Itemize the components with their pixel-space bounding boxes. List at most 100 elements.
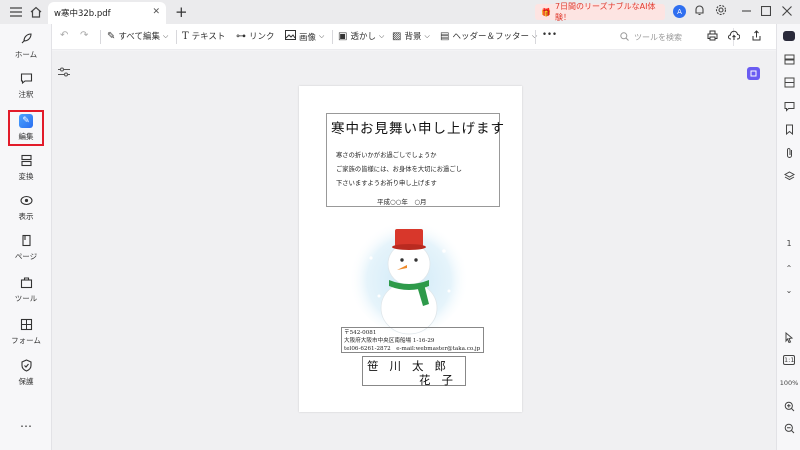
print-icon — [707, 30, 718, 44]
add-image-button[interactable]: 画像 ⌵ — [285, 30, 324, 43]
thumbnails-icon[interactable] — [781, 77, 797, 91]
greeting-date[interactable]: 平成○○年 ○月 — [377, 196, 427, 206]
avatar[interactable]: A — [673, 5, 686, 18]
edit-all-label: すべて編集 — [118, 32, 160, 42]
undo-button[interactable]: ↶ — [60, 30, 68, 41]
layers-icon[interactable] — [781, 171, 797, 185]
tab-title: w寒中32b.pdf — [54, 9, 111, 19]
rocket-icon — [20, 32, 33, 47]
sidebar-item-convert[interactable]: 変換 — [0, 152, 52, 184]
sidebar-item-protect[interactable]: 保護 — [0, 357, 52, 389]
sidebar-item-annotate[interactable]: 注釈 — [0, 70, 52, 102]
search-icon — [620, 31, 629, 43]
add-link-button[interactable]: ⊶ リンク — [236, 30, 275, 43]
home-icon[interactable] — [24, 0, 48, 24]
sidebar-item-edit[interactable]: ✎ 編集 — [8, 110, 44, 146]
address-box[interactable]: 〒542-0081 大阪府大阪市中央区南船場 1-16-29 tel06-626… — [341, 327, 484, 353]
watermark-button[interactable]: ▣ 透かし ⌵ — [338, 30, 385, 43]
sidebar-item-label: フォーム — [11, 336, 41, 345]
snowman-illustration[interactable] — [349, 216, 469, 336]
header-footer-label: ヘッダー＆フッター — [452, 32, 529, 42]
background-button[interactable]: ▨ 背景 ⌵ — [392, 30, 430, 43]
image-label: 画像 — [299, 32, 317, 43]
undo-icon: ↶ — [60, 30, 69, 41]
edit-all-button[interactable]: ✎ すべて編集 ⌵ — [107, 30, 168, 43]
minimize-icon[interactable] — [741, 5, 752, 19]
sender-name-box[interactable]: 笹川太郎 花子 — [362, 356, 466, 388]
toolbar-divider — [176, 30, 177, 44]
background-label: 背景 — [404, 32, 422, 42]
greeting-line[interactable]: 寒さの折いかがお過ごしでしょうか — [336, 150, 498, 159]
scroll-up-icon[interactable]: ⌃ — [781, 264, 797, 273]
sender-name-secondary[interactable]: 花子 — [419, 372, 464, 388]
search-input[interactable]: ツールを検索 — [634, 32, 682, 43]
sidebar-item-label: ホーム — [14, 50, 38, 59]
sidebar-item-view[interactable]: 表示 — [0, 192, 52, 224]
address-line[interactable]: 大阪府大阪市中央区南船場 1-16-29 — [344, 337, 481, 345]
close-window-icon[interactable] — [782, 6, 792, 19]
sidebar-item-home[interactable]: ホーム — [0, 30, 52, 62]
watermark-icon: ▣ — [338, 30, 348, 42]
chevron-down-icon: ⌵ — [378, 31, 385, 40]
comments-panel-icon[interactable] — [781, 101, 797, 115]
chevron-down-icon: ⌵ — [424, 31, 430, 40]
select-tool-icon[interactable] — [781, 331, 797, 346]
document-canvas[interactable]: 寒中お見舞い申し上げます 寒さの折いかがお過ごしでしょうか ご家族の皆様には、お… — [52, 51, 776, 450]
print-button[interactable] — [707, 30, 718, 44]
scroll-down-icon[interactable]: ⌄ — [781, 286, 797, 295]
gear-icon[interactable] — [715, 4, 727, 19]
greeting-line[interactable]: 下さいますようお祈り申し上げます — [336, 178, 498, 187]
actual-size-button[interactable]: 1:1 — [783, 355, 795, 365]
eye-icon — [19, 194, 33, 209]
ai-assistant-icon[interactable] — [781, 31, 797, 44]
greeting-title[interactable]: 寒中お見舞い申し上げます — [331, 117, 504, 137]
zoom-out-icon[interactable] — [781, 423, 797, 437]
sidebar-item-label: ページ — [14, 252, 38, 261]
toolbar-divider — [332, 30, 333, 44]
bookmark-icon[interactable] — [781, 124, 797, 138]
pdf-page[interactable]: 寒中お見舞い申し上げます 寒さの折いかがお過ごしでしょうか ご家族の皆様には、お… — [299, 86, 522, 412]
redo-button[interactable]: ↷ — [80, 30, 88, 41]
maximize-icon[interactable] — [760, 5, 772, 19]
convert-icon — [20, 154, 33, 169]
greeting-box[interactable]: 寒中お見舞い申し上げます 寒さの折いかがお過ごしでしょうか ご家族の皆様には、お… — [326, 113, 504, 207]
greeting-line[interactable]: ご家族の皆様には、お身体を大切にお過ごし — [336, 164, 498, 173]
more-menu-button[interactable]: ⋯ — [0, 416, 52, 436]
more-icon: ⋯ — [20, 418, 32, 433]
text-label: テキスト — [191, 32, 226, 42]
zoom-in-icon[interactable] — [781, 401, 797, 415]
sidebar-item-label: ツール — [14, 294, 38, 303]
more-icon: ••• — [542, 30, 558, 40]
properties-panel-icon[interactable] — [781, 54, 797, 68]
bell-icon[interactable] — [694, 4, 705, 19]
add-text-button[interactable]: T テキスト — [182, 30, 226, 43]
image-icon — [285, 30, 296, 43]
share-icon — [751, 30, 762, 44]
cloud-upload-icon — [728, 30, 741, 44]
title-bar: w寒中32b.pdf ✕ + 🎁 7日間のリーズナブルなAI体験！ A — [0, 0, 800, 24]
sidebar-item-label: 保護 — [18, 377, 34, 386]
close-tab-icon[interactable]: ✕ — [152, 7, 160, 17]
attachment-icon[interactable] — [781, 147, 797, 162]
share-button[interactable] — [751, 30, 762, 44]
more-tools-button[interactable]: ••• — [542, 30, 557, 40]
link-icon: ⊶ — [236, 30, 246, 42]
document-tab[interactable]: w寒中32b.pdf ✕ — [48, 2, 166, 24]
background-icon: ▨ — [392, 30, 402, 42]
header-footer-button[interactable]: ▤ ヘッダー＆フッター ⌵ — [440, 30, 537, 43]
contact-line[interactable]: tel06-6261-2872 e-mail:webmaster@taka.co… — [344, 345, 481, 353]
sidebar-item-label: 表示 — [18, 212, 34, 221]
promo-banner[interactable]: 🎁 7日間のリーズナブルなAI体験！ — [535, 2, 665, 22]
edit-icon: ✎ — [19, 114, 33, 129]
sidebar-item-tools[interactable]: ツール — [0, 274, 52, 306]
edit-pen-icon: ✎ — [107, 30, 116, 42]
watermark-label: 透かし — [350, 32, 376, 42]
upload-button[interactable] — [728, 30, 741, 44]
sidebar-item-page[interactable]: ページ — [0, 232, 52, 264]
sidebar-item-form[interactable]: フォーム — [0, 316, 52, 348]
shield-icon — [20, 359, 33, 374]
postal-code[interactable]: 〒542-0081 — [344, 329, 481, 337]
filter-settings-icon[interactable] — [58, 67, 72, 79]
ai-sidebar-icon[interactable] — [747, 67, 760, 80]
new-tab-button[interactable]: + — [175, 3, 188, 21]
